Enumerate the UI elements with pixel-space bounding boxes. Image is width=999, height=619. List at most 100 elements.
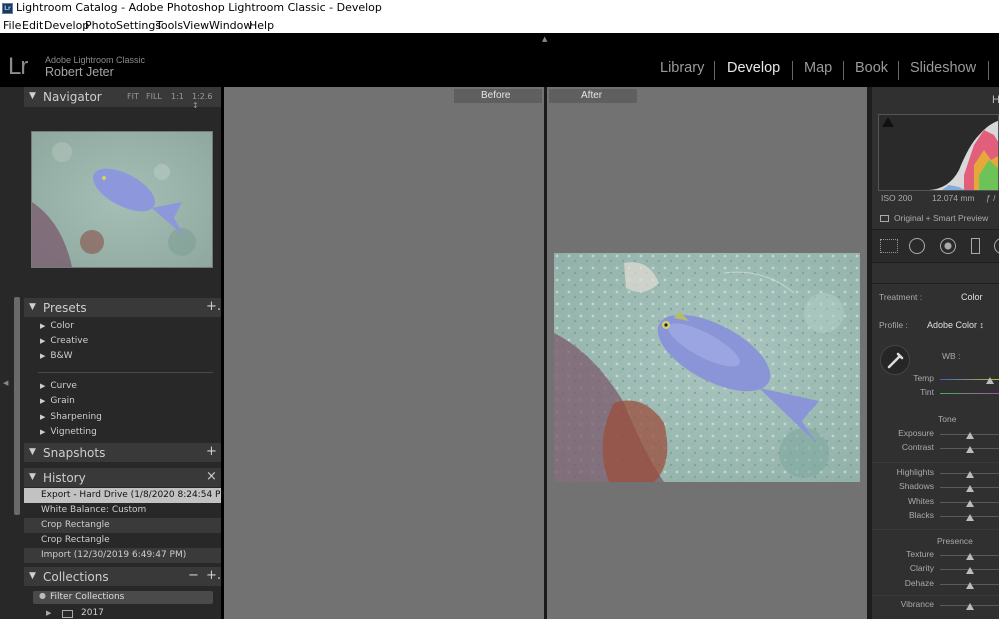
menu-develop[interactable]: Develop <box>44 18 89 33</box>
presets-title: Presets <box>43 301 87 315</box>
slider-exposure[interactable]: Exposure <box>872 428 999 442</box>
add-preset-button[interactable]: +. <box>206 299 221 314</box>
after-photo[interactable] <box>554 253 860 482</box>
slider-knob[interactable] <box>965 446 974 453</box>
slider-tint[interactable]: Tint <box>872 387 999 401</box>
spot-removal-icon[interactable] <box>909 238 925 254</box>
menu-tools[interactable]: Tools <box>156 18 183 33</box>
add-snapshot-button[interactable]: + <box>206 444 217 459</box>
collapsed-triangle-icon: ▶ <box>40 382 46 390</box>
module-map[interactable]: Map <box>804 60 832 76</box>
slider-knob[interactable] <box>965 500 974 507</box>
preset-group-curve[interactable]: ▶ Curve <box>40 381 77 391</box>
module-slideshow[interactable]: Slideshow <box>910 60 976 76</box>
expand-triangle-icon: ▼ <box>29 472 36 482</box>
preset-group-creative[interactable]: ▶ Creative <box>40 336 88 346</box>
slider-track[interactable] <box>940 393 999 394</box>
slider-knob[interactable] <box>965 553 974 560</box>
menu-window[interactable]: Window <box>209 18 252 33</box>
presets-header[interactable]: ▼ Presets +. <box>24 298 221 317</box>
filter-collections-field[interactable]: ● Filter Collections <box>33 591 213 604</box>
collapse-left-panel-icon[interactable]: ◀ <box>3 379 8 387</box>
slider-shadows[interactable]: Shadows <box>872 481 999 495</box>
crop-overlay-icon[interactable] <box>880 239 898 253</box>
preset-group-bw[interactable]: ▶ B&W <box>40 351 72 361</box>
zoom-fit[interactable]: FIT <box>127 92 139 101</box>
slider-contrast[interactable]: Contrast <box>872 442 999 456</box>
profile-select[interactable]: Adobe Color ↕ <box>927 320 984 330</box>
preset-group-grain[interactable]: ▶ Grain <box>40 396 75 406</box>
remove-collection-button[interactable]: − <box>188 568 199 583</box>
zoom-1-1[interactable]: 1:1 <box>171 92 184 101</box>
history-item[interactable]: White Balance: Custom <box>24 503 221 518</box>
slider-clarity[interactable]: Clarity <box>872 563 999 577</box>
basic-header[interactable] <box>872 263 999 283</box>
slider-knob[interactable] <box>965 485 974 492</box>
slider-whites[interactable]: Whites <box>872 496 999 510</box>
after-view[interactable]: After <box>547 87 867 619</box>
preset-group-color[interactable]: ▶ Color <box>40 321 74 331</box>
navigator-preview[interactable] <box>31 131 213 268</box>
snapshots-header[interactable]: ▼ Snapshots + <box>24 443 221 462</box>
graduated-filter-icon[interactable] <box>971 238 980 254</box>
navigator-title: Navigator <box>43 90 102 104</box>
menu-settings[interactable]: Settings <box>116 18 161 33</box>
module-divider <box>898 61 899 80</box>
history-item[interactable]: Import (12/30/2019 6:49:47 PM) <box>24 548 221 563</box>
zoom-fill[interactable]: FILL <box>146 92 162 101</box>
collapsed-triangle-icon[interactable]: ▶ <box>46 609 51 617</box>
slider-highlights[interactable]: Highlights <box>872 467 999 481</box>
preset-group-sharpening[interactable]: ▶ Sharpening <box>40 412 102 422</box>
history-header[interactable]: ▼ History × <box>24 468 221 487</box>
slider-knob[interactable] <box>965 432 974 439</box>
collapse-top-panel-icon[interactable]: ▲ <box>542 35 547 43</box>
slider-knob[interactable] <box>965 567 974 574</box>
slider-blacks[interactable]: Blacks <box>872 510 999 524</box>
slider-knob[interactable] <box>965 582 974 589</box>
module-book[interactable]: Book <box>855 60 888 76</box>
collections-header[interactable]: ▼ Collections − +. <box>24 567 221 586</box>
menu-help[interactable]: Help <box>249 18 274 33</box>
snapshots-title: Snapshots <box>43 446 106 460</box>
left-panel-edge: ◀ <box>0 87 24 619</box>
before-view[interactable]: Before <box>224 87 544 619</box>
left-panel-scrollbar[interactable] <box>14 297 20 515</box>
module-develop[interactable]: Develop <box>727 60 780 76</box>
left-panel: ▼ Navigator FIT FILL 1:1 1:2.6 ↕ ▼ Prese… <box>24 87 232 619</box>
radial-filter-icon[interactable] <box>994 238 999 254</box>
slider-texture[interactable]: Texture <box>872 549 999 563</box>
preset-group-vignetting[interactable]: ▶ Vignetting <box>40 427 97 437</box>
slider-knob[interactable] <box>965 514 974 521</box>
wb-label: WB : <box>942 351 961 361</box>
zoom-custom[interactable]: 1:2.6 ↕ <box>192 92 221 110</box>
expand-triangle-icon: ▼ <box>29 91 36 101</box>
collection-set-label[interactable]: 2017 <box>81 608 104 618</box>
slider-label: Exposure <box>898 428 934 438</box>
after-label: After <box>581 90 603 101</box>
preset-divider <box>38 372 213 373</box>
history-item[interactable]: Crop Rectangle <box>24 518 221 533</box>
history-item[interactable]: Export - Hard Drive (1/8/2020 8:24:54 PM… <box>24 488 232 503</box>
slider-label: Contrast <box>901 442 934 452</box>
module-library[interactable]: Library <box>660 60 704 76</box>
shadow-clipping-icon[interactable] <box>882 117 894 127</box>
menu-edit[interactable]: Edit <box>22 18 43 33</box>
slider-vibrance[interactable]: Vibrance <box>872 599 999 613</box>
slider-knob[interactable] <box>965 471 974 478</box>
slider-knob[interactable] <box>965 603 974 610</box>
slider-dehaze[interactable]: Dehaze <box>872 578 999 592</box>
expand-triangle-icon: ▼ <box>29 302 36 312</box>
eyedropper-icon[interactable] <box>880 345 910 375</box>
histogram[interactable] <box>878 114 999 191</box>
navigator-header[interactable]: ▼ Navigator FIT FILL 1:1 1:2.6 ↕ <box>24 87 221 110</box>
menu-view[interactable]: View <box>183 18 209 33</box>
add-collection-button[interactable]: +. <box>206 568 221 583</box>
slider-knob[interactable] <box>986 377 995 384</box>
history-item[interactable]: Crop Rectangle <box>24 533 221 548</box>
clear-history-button[interactable]: × <box>206 469 217 484</box>
slider-temp[interactable]: Temp <box>872 373 999 387</box>
treatment-color[interactable]: Color <box>961 292 983 302</box>
red-eye-icon[interactable] <box>940 238 956 254</box>
menu-photo[interactable]: Photo <box>85 18 116 33</box>
menu-file[interactable]: File <box>3 18 21 33</box>
